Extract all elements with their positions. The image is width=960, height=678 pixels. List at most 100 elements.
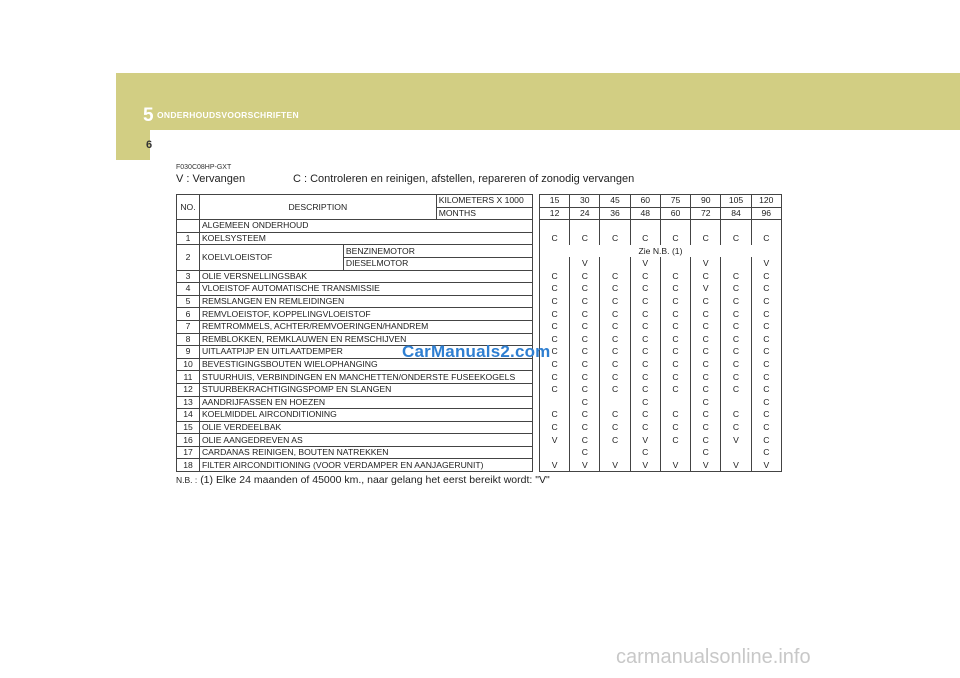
interval-cell: C <box>750 433 783 447</box>
row-number: 17 <box>176 445 200 460</box>
interval-cell: C <box>720 295 752 308</box>
row-number: 3 <box>176 269 200 284</box>
row-description: REMTROMMELS, ACHTER/REMVOERINGEN/HANDREM <box>198 319 533 334</box>
row-description: AANDRIJFASSEN EN HOEZEN <box>198 395 533 410</box>
interval-cell: C <box>690 345 722 359</box>
see-note-cell: Zie N.B. (1) <box>539 244 783 258</box>
interval-cell: C <box>720 333 752 346</box>
months-value: 60 <box>659 206 692 221</box>
interval-cell <box>599 446 631 459</box>
interval-cell: C <box>750 333 783 346</box>
interval-cell: C <box>569 282 601 296</box>
interval-cell: C <box>538 408 571 422</box>
interval-cell: V <box>569 257 601 271</box>
interval-cell: C <box>690 307 722 321</box>
interval-cell: C <box>659 421 692 434</box>
km-value: 45 <box>599 194 631 208</box>
interval-cell: C <box>599 320 631 334</box>
legend-check: C : Controleren en reinigen, afstellen, … <box>293 173 635 185</box>
interval-cell: V <box>569 458 601 473</box>
interval-cell: C <box>690 270 722 283</box>
engine-type-diesel: DIESELMOTOR <box>342 256 533 271</box>
interval-cell: C <box>750 358 783 371</box>
chapter-title: ONDERHOUDSVOORSCHRIFTEN <box>157 110 299 120</box>
interval-cell: C <box>569 358 601 371</box>
interval-cell: C <box>569 232 601 245</box>
row-description: STUURBEKRACHTIGINGSPOMP EN SLANGEN <box>198 382 533 397</box>
interval-cell <box>599 396 631 409</box>
row-description: FILTER AIRCONDITIONING (VOOR VERDAMPER E… <box>198 458 533 473</box>
interval-cell: C <box>629 370 661 384</box>
table-row: 5 REMSLANGEN EN REMLEIDINGEN C C C C C C C C <box>176 294 783 309</box>
interval-cell: C <box>659 307 692 321</box>
interval-cell: V <box>720 458 752 473</box>
interval-cell: C <box>750 295 783 308</box>
row-description: REMVLOEISTOF, KOPPELINGVLOEISTOF <box>198 307 533 321</box>
row-number: 12 <box>176 382 200 397</box>
row-description: VLOEISTOF AUTOMATISCHE TRANSMISSIE <box>198 282 533 296</box>
engine-type-benzine: BENZINEMOTOR <box>342 244 533 258</box>
interval-cell <box>538 446 571 459</box>
interval-cell: C <box>599 282 631 296</box>
interval-cell: V <box>659 458 692 473</box>
watermark-carmanualsonline: carmanualsonline.info <box>616 646 811 668</box>
interval-cell: C <box>538 270 571 283</box>
interval-cell: C <box>690 383 722 396</box>
interval-cell: C <box>569 370 601 384</box>
interval-cell: C <box>599 421 631 434</box>
page-number: 6 <box>146 139 153 151</box>
row-number: 8 <box>176 332 200 347</box>
interval-cell: C <box>599 370 631 384</box>
interval-cell: C <box>599 358 631 371</box>
km-value: 120 <box>750 194 783 208</box>
interval-cell: C <box>569 295 601 308</box>
table-row: ALGEMEEN ONDERHOUD <box>176 219 783 233</box>
interval-cell: C <box>720 383 752 396</box>
table-row: 1 KOELSYSTEEM C C C C C C C C <box>176 231 783 246</box>
interval-cell: C <box>569 345 601 359</box>
interval-cell: C <box>538 282 571 296</box>
interval-cell: C <box>720 421 752 434</box>
interval-cell: C <box>690 421 722 434</box>
interval-cell: C <box>629 232 661 245</box>
interval-cell: C <box>569 307 601 321</box>
interval-cell: C <box>599 270 631 283</box>
footnote-label: N.B. : <box>176 475 198 485</box>
interval-cell: C <box>569 383 601 396</box>
interval-cell: C <box>720 408 752 422</box>
interval-cell: C <box>538 370 571 384</box>
row-description: OLIE VERSNELLINGSBAK <box>198 269 533 284</box>
watermark-carmanuals: CarManuals2.com <box>402 342 551 361</box>
interval-cell: V <box>538 458 571 473</box>
interval-cell: C <box>690 396 722 409</box>
interval-cell <box>599 257 631 271</box>
interval-cell: C <box>599 333 631 346</box>
interval-cell: C <box>629 408 661 422</box>
row-description: REMSLANGEN EN REMLEIDINGEN <box>198 294 533 309</box>
maintenance-schedule-table: NO. DESCRIPTION KILOMETERS X 1000 15 30 … <box>176 193 783 473</box>
table-row: 11 STUURHUIS, VERBINDINGEN EN MANCHETTEN/… <box>176 370 783 384</box>
table-row: 17 CARDANAS REINIGEN, BOUTEN NATREKKEN C C C… <box>176 445 783 460</box>
chapter-number: 5 <box>143 105 154 126</box>
legend-replace: V : Vervangen <box>176 173 246 185</box>
interval-cell: V <box>599 458 631 473</box>
km-value: 105 <box>720 194 752 208</box>
interval-cell: C <box>538 295 571 308</box>
row-number: 7 <box>176 319 200 334</box>
interval-cell: C <box>599 295 631 308</box>
interval-cell: C <box>750 408 783 422</box>
months-value: 48 <box>629 206 661 221</box>
interval-cell: C <box>659 232 692 245</box>
interval-cell <box>538 257 571 271</box>
interval-cell: C <box>629 446 661 459</box>
interval-cell: C <box>629 282 661 296</box>
interval-cell: C <box>629 396 661 409</box>
interval-cell <box>720 446 752 459</box>
interval-cell: C <box>569 408 601 422</box>
interval-cell: C <box>750 307 783 321</box>
interval-cell: C <box>750 270 783 283</box>
kilometers-label: KILOMETERS X 1000 <box>435 194 533 208</box>
interval-cell: C <box>569 320 601 334</box>
interval-cell: C <box>569 421 601 434</box>
interval-cell: C <box>690 358 722 371</box>
